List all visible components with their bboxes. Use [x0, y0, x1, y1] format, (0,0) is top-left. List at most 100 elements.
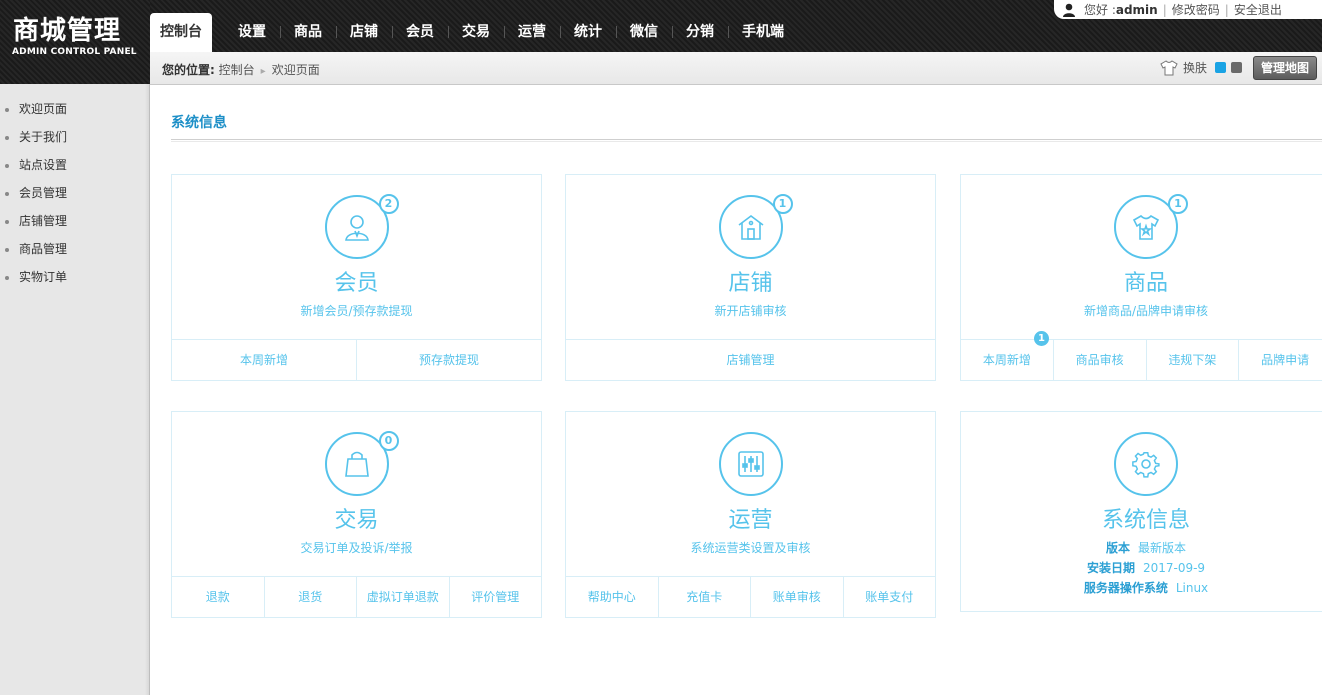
sidebar-item-welcome[interactable]: 欢迎页面: [0, 100, 149, 128]
store-icon: [738, 215, 763, 240]
member-withdraw-link[interactable]: 预存款提现: [356, 340, 541, 380]
nav-dashboard[interactable]: 控制台: [150, 13, 212, 52]
member-links: 本周新增 预存款提现: [172, 339, 541, 380]
store-badge: 1: [772, 194, 793, 214]
nav-mobile[interactable]: 手机端: [728, 13, 798, 52]
store-desc: 新开店铺审核: [714, 304, 787, 318]
trade-title: 交易: [334, 508, 379, 533]
shirt-icon: [1160, 59, 1178, 75]
install-date-value: 2017-09-9: [1142, 561, 1206, 575]
nav-distribution[interactable]: 分销: [672, 13, 728, 52]
nav-store[interactable]: 店铺: [336, 13, 392, 52]
nav-goods[interactable]: 商品: [280, 13, 336, 52]
operation-ring[interactable]: [718, 432, 783, 496]
sidebar-item-orders[interactable]: 实物订单: [0, 268, 149, 296]
goods-brand-apply-link[interactable]: 品牌申请: [1238, 340, 1322, 380]
goods-review-link[interactable]: 商品审核: [1052, 340, 1146, 380]
goods-title: 商品: [1123, 271, 1168, 296]
version-value: 最新版本: [1138, 541, 1187, 555]
system-info: 版本 最新版本 安装日期 2017-09-9 服务器操作系统 Linux: [961, 538, 1322, 598]
user-icon: [344, 215, 369, 241]
goods-weekly-new-label: 本周新增: [982, 353, 1031, 367]
store-card: 1 店铺 新开店铺审核 店铺管理: [565, 174, 936, 381]
operation-links: 帮助中心 充值卡 账单审核 账单支付: [566, 576, 935, 617]
main-content: 系统信息 2 会员 新增会员/预存款提现 本周新增 预存款提现 1 店铺 新开店…: [150, 85, 1322, 695]
sidebar-item-members[interactable]: 会员管理: [0, 184, 149, 212]
greeting-label: 您好 :: [1084, 3, 1116, 17]
ops-help-center-link[interactable]: 帮助中心: [566, 577, 658, 617]
goods-link-badge: 1: [1034, 331, 1049, 346]
skin-label[interactable]: 换肤: [1183, 59, 1207, 76]
goods-ring[interactable]: 1: [1114, 194, 1188, 259]
trade-links: 退款 退货 虚拟订单退款 评价管理: [172, 576, 541, 617]
breadcrumb: 您的位置: 控制台 ▸ 欢迎页面: [162, 61, 320, 78]
ops-bill-pay-link[interactable]: 账单支付: [842, 577, 936, 617]
trade-virtual-refund-link[interactable]: 虚拟订单退款: [356, 577, 449, 617]
username: admin: [1115, 2, 1158, 17]
change-password-link[interactable]: 修改密码: [1172, 1, 1220, 18]
gear-icon: [1132, 451, 1160, 478]
logout-link[interactable]: 安全退出: [1234, 1, 1282, 18]
member-badge: 2: [378, 194, 399, 214]
sliders-icon: [737, 451, 764, 477]
divider: |: [1224, 2, 1229, 17]
trade-return-link[interactable]: 退货: [263, 577, 357, 617]
breadcrumb-item-dashboard[interactable]: 控制台: [219, 63, 255, 77]
install-date-label: 安装日期: [1086, 561, 1135, 575]
divider: |: [1162, 2, 1167, 17]
member-weekly-new-link[interactable]: 本周新增: [172, 340, 356, 380]
goods-weekly-new-link[interactable]: 1 本周新增: [961, 331, 1053, 380]
admin-map-button[interactable]: 管理地图: [1252, 56, 1317, 80]
ops-bill-review-link[interactable]: 账单审核: [750, 577, 843, 617]
trade-card: 0 交易 交易订单及投诉/举报 退款 退货 虚拟订单退款 评价管理: [171, 411, 542, 618]
nav-member[interactable]: 会员: [392, 13, 448, 52]
section-title: 系统信息: [171, 115, 227, 131]
breadcrumb-label: 您的位置:: [162, 63, 215, 77]
user-bar: 您好 : admin | 修改密码 | 安全退出: [1054, 0, 1322, 19]
section-divider: [171, 139, 1322, 142]
store-manage-link[interactable]: 店铺管理: [566, 340, 935, 380]
version-label: 版本: [1105, 541, 1130, 555]
trade-ring[interactable]: 0: [324, 431, 399, 496]
main-nav: 控制台 设置 商品 店铺 会员 交易 运营 统计 微信 分销 手机端: [150, 13, 798, 52]
trade-badge: 0: [378, 431, 399, 451]
nav-settings[interactable]: 设置: [224, 13, 280, 52]
member-ring[interactable]: 2: [324, 194, 399, 259]
nav-operation[interactable]: 运营: [504, 13, 560, 52]
goods-desc: 新增商品/品牌申请审核: [1083, 304, 1209, 318]
system-version-row: 版本 最新版本: [961, 538, 1322, 558]
skin-switcher: 换肤: [1160, 59, 1243, 76]
nav-trade[interactable]: 交易: [448, 13, 504, 52]
server-os-label: 服务器操作系统: [1083, 581, 1168, 595]
goods-badge: 1: [1168, 194, 1188, 214]
skin-blue-swatch[interactable]: [1215, 62, 1227, 73]
goods-card: 1 商品 新增商品/品牌申请审核 1 本周新增 商品审核 违规下架 品牌申请: [960, 174, 1322, 381]
system-card: 系统信息 版本 最新版本 安装日期 2017-09-9 服务器操作系统 Linux: [960, 411, 1322, 612]
member-title: 会员: [334, 271, 379, 296]
system-ring[interactable]: [1114, 432, 1178, 496]
nav-stats[interactable]: 统计: [560, 13, 616, 52]
system-os-row: 服务器操作系统 Linux: [961, 578, 1322, 598]
goods-takedown-link[interactable]: 违规下架: [1145, 340, 1239, 380]
trade-review-manage-link[interactable]: 评价管理: [448, 577, 542, 617]
sidebar-item-stores[interactable]: 店铺管理: [0, 212, 149, 240]
system-install-row: 安装日期 2017-09-9: [961, 558, 1322, 578]
goods-links: 1 本周新增 商品审核 违规下架 品牌申请: [961, 331, 1322, 380]
sidebar-item-site-settings[interactable]: 站点设置: [0, 156, 149, 184]
shirt-icon: [1132, 215, 1160, 240]
sidebar-list: 欢迎页面 关于我们 站点设置 会员管理 店铺管理 商品管理 实物订单: [0, 100, 149, 296]
nav-wechat[interactable]: 微信: [616, 13, 672, 52]
user-icon: [1063, 3, 1075, 17]
breadcrumb-bar: 您的位置: 控制台 ▸ 欢迎页面 换肤 管理地图: [150, 52, 1322, 85]
trade-refund-link[interactable]: 退款: [172, 577, 264, 617]
store-ring[interactable]: 1: [718, 194, 793, 259]
ops-recharge-card-link[interactable]: 充值卡: [657, 577, 751, 617]
sidebar: 欢迎页面 关于我们 站点设置 会员管理 店铺管理 商品管理 实物订单: [0, 84, 150, 695]
logo-title: 商城管理: [13, 16, 122, 46]
logo[interactable]: 商城管理 ADMIN CONTROL PANEL: [0, 0, 150, 84]
store-title: 店铺: [728, 271, 773, 296]
sidebar-item-about[interactable]: 关于我们: [0, 128, 149, 156]
skin-gray-swatch[interactable]: [1231, 62, 1243, 73]
logo-subtitle: ADMIN CONTROL PANEL: [12, 47, 137, 57]
sidebar-item-goods[interactable]: 商品管理: [0, 240, 149, 268]
